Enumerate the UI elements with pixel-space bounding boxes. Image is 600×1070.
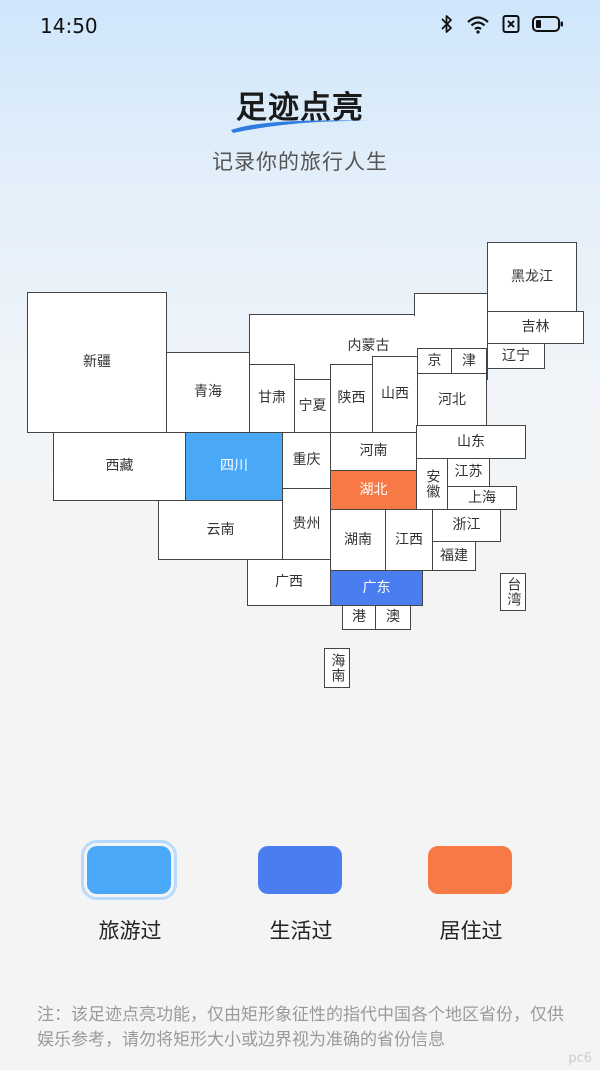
legend-label: 生活过	[269, 919, 333, 943]
province-label: 港	[352, 609, 366, 626]
province-anhui[interactable]: 安徽	[416, 458, 448, 510]
province-label: 浙江	[452, 517, 481, 534]
province-sichuan[interactable]: 四川	[185, 432, 283, 501]
province-yunnan[interactable]: 云南	[158, 500, 283, 560]
province-label: 广西	[275, 574, 303, 591]
neimenggu-upper	[414, 293, 488, 316]
province-label: 江西	[395, 531, 423, 548]
province-label: 甘肃	[258, 390, 286, 407]
province-henan[interactable]: 河南	[330, 432, 417, 471]
province-macau[interactable]: 澳	[375, 605, 411, 630]
legend-label: 旅游过	[98, 919, 162, 943]
province-hongkong[interactable]: 港	[342, 605, 376, 630]
province-heilongjiang[interactable]: 黑龙江	[487, 242, 577, 312]
province-guangxi[interactable]: 广西	[247, 559, 331, 606]
province-xinjiang[interactable]: 新疆	[27, 292, 167, 433]
province-label: 新疆	[83, 354, 111, 371]
province-hunan[interactable]: 湖南	[330, 509, 386, 571]
province-label: 海南	[329, 653, 346, 683]
province-shandong[interactable]: 山东	[416, 425, 526, 459]
province-hebei[interactable]: 河北	[417, 373, 487, 427]
legend-travelled[interactable]: 旅游过	[60, 840, 200, 960]
province-label: 宁夏	[298, 397, 327, 414]
disclaimer-note: 注：该足迹点亮功能，仅由矩形象征性的指代中国各个地区省份，仅供娱乐参考，请勿将矩…	[37, 1005, 564, 1050]
province-jiangsu[interactable]: 江苏	[447, 458, 490, 487]
province-label: 山东	[457, 433, 485, 450]
province-shaanxi[interactable]: 陕西	[330, 364, 373, 433]
province-beijing[interactable]: 京	[417, 348, 452, 374]
province-label: 台湾	[505, 577, 522, 607]
province-zhejiang[interactable]: 浙江	[432, 509, 501, 542]
province-shanxi[interactable]: 山西	[372, 356, 418, 433]
province-label: 云南	[206, 521, 235, 538]
province-label: 吉林	[521, 319, 550, 336]
province-ningxia[interactable]: 宁夏	[294, 379, 331, 433]
province-label: 津	[462, 352, 476, 369]
province-label: 湖北	[359, 481, 388, 498]
province-qinghai[interactable]: 青海	[166, 352, 250, 433]
province-liaoning[interactable]: 辽宁	[487, 343, 545, 369]
province-label: 澳	[386, 609, 400, 626]
province-shanghai[interactable]: 上海	[447, 486, 517, 510]
province-label: 重庆	[292, 452, 321, 469]
resided-swatch[interactable]	[428, 846, 512, 894]
travelled-swatch[interactable]	[81, 840, 177, 900]
province-label: 辽宁	[502, 347, 530, 364]
province-xizang[interactable]: 西藏	[53, 432, 186, 501]
province-taiwan[interactable]: 台湾	[500, 573, 526, 611]
province-label: 福建	[440, 547, 468, 564]
legend-lived[interactable]: 生活过	[231, 840, 371, 960]
province-tianjin[interactable]: 津	[451, 348, 487, 374]
province-label: 内蒙古	[347, 338, 390, 355]
province-label: 西藏	[105, 458, 134, 475]
province-guangdong[interactable]: 广东	[330, 570, 423, 606]
province-label: 湖南	[344, 531, 372, 548]
province-label: 青海	[194, 384, 222, 401]
legend-resided[interactable]: 居住过	[401, 840, 541, 960]
province-label: 上海	[468, 489, 496, 506]
watermark: pc6	[568, 1051, 592, 1066]
province-fujian[interactable]: 福建	[432, 541, 476, 571]
province-label: 安徽	[424, 469, 441, 499]
lived-swatch[interactable]	[258, 846, 342, 894]
province-hubei[interactable]: 湖北	[330, 470, 417, 510]
province-label: 黑龙江	[511, 268, 553, 285]
province-label: 山西	[381, 386, 409, 403]
province-label: 四川	[220, 458, 248, 475]
province-jiangxi[interactable]: 江西	[385, 509, 433, 571]
legend-label: 居住过	[439, 919, 503, 943]
china-province-map: 黑龙江 吉林 辽宁 内蒙古 京 津 新疆 青海 甘肃 宁夏 陕西 山西 河北 西…	[0, 0, 600, 700]
province-label: 陕西	[337, 390, 366, 407]
province-label: 贵州	[292, 515, 321, 532]
province-label: 江苏	[454, 464, 483, 481]
province-label: 河北	[438, 391, 466, 408]
province-hainan[interactable]: 海南	[324, 648, 350, 688]
province-label: 广东	[362, 579, 391, 596]
province-gansu[interactable]: 甘肃	[249, 364, 295, 433]
province-label: 河南	[359, 443, 388, 460]
province-jilin[interactable]: 吉林	[487, 311, 584, 344]
province-chongqing[interactable]: 重庆	[282, 432, 331, 489]
province-label: 京	[427, 352, 442, 369]
province-guizhou[interactable]: 贵州	[282, 488, 331, 560]
